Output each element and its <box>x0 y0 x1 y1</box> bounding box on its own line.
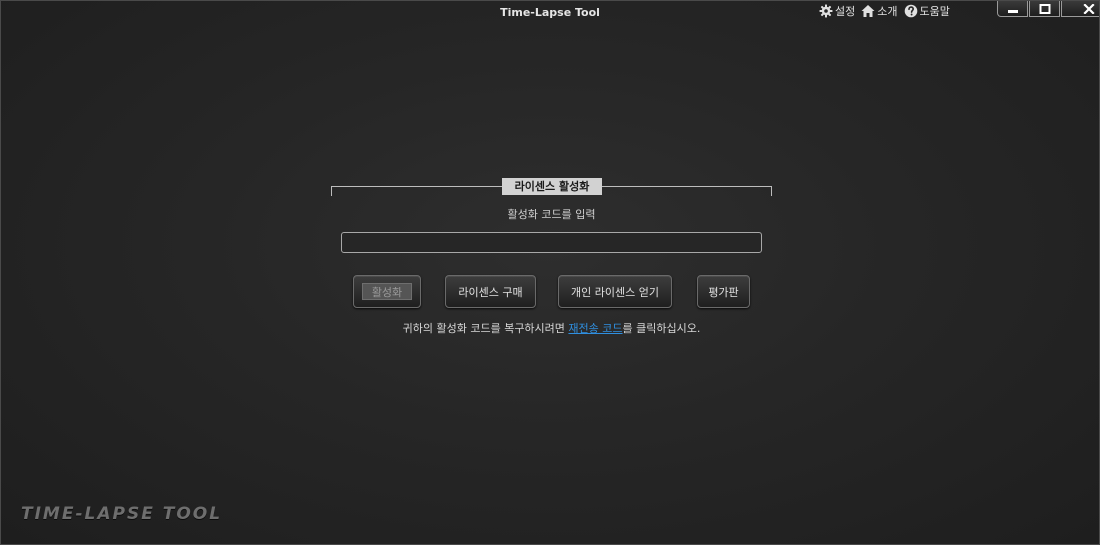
activate-button-label: 활성화 <box>362 283 412 300</box>
buy-license-button[interactable]: 라이센스 구매 <box>445 275 536 308</box>
settings-label: 설정 <box>835 5 856 18</box>
get-personal-license-button[interactable]: 개인 라이센스 얻기 <box>558 275 672 308</box>
help-label: 도움말 <box>919 5 950 18</box>
minimize-icon <box>1007 1 1019 18</box>
help-icon <box>904 4 918 18</box>
close-button[interactable] <box>1061 1 1099 18</box>
about-label: 소개 <box>877 5 898 18</box>
settings-link[interactable]: 설정 <box>819 3 855 19</box>
activate-button[interactable]: 활성화 <box>353 275 421 308</box>
resend-code-link[interactable]: 재전송 코드 <box>568 322 622 335</box>
maximize-icon <box>1039 1 1051 18</box>
close-icon <box>1082 1 1095 18</box>
gear-icon <box>819 4 833 18</box>
maximize-button[interactable] <box>1029 1 1060 17</box>
brand-logo: TIME-LAPSE TOOL <box>21 504 223 524</box>
activation-code-input[interactable] <box>341 232 762 253</box>
about-link[interactable]: 소개 <box>861 3 898 19</box>
recover-code-text: 귀하의 활성화 코드를 복구하시려면 재전송 코드를 클릭하십시오. <box>331 320 772 336</box>
app-window: Time-Lapse Tool 설정 소개 도움말 라이센스 활성화 활성화 코… <box>0 0 1100 545</box>
top-links: 설정 소개 도움말 <box>819 3 950 19</box>
trial-button[interactable]: 평가판 <box>697 275 750 308</box>
recover-prefix: 귀하의 활성화 코드를 복구하시려면 <box>402 322 569 335</box>
minimize-button[interactable] <box>997 1 1028 17</box>
window-controls <box>997 1 1099 18</box>
activation-code-label: 활성화 코드를 입력 <box>507 208 596 221</box>
help-link[interactable]: 도움말 <box>904 3 950 19</box>
license-group-title: 라이센스 활성화 <box>502 178 602 195</box>
recover-suffix: 를 클릭하십시오. <box>622 322 701 335</box>
home-icon <box>861 4 875 18</box>
